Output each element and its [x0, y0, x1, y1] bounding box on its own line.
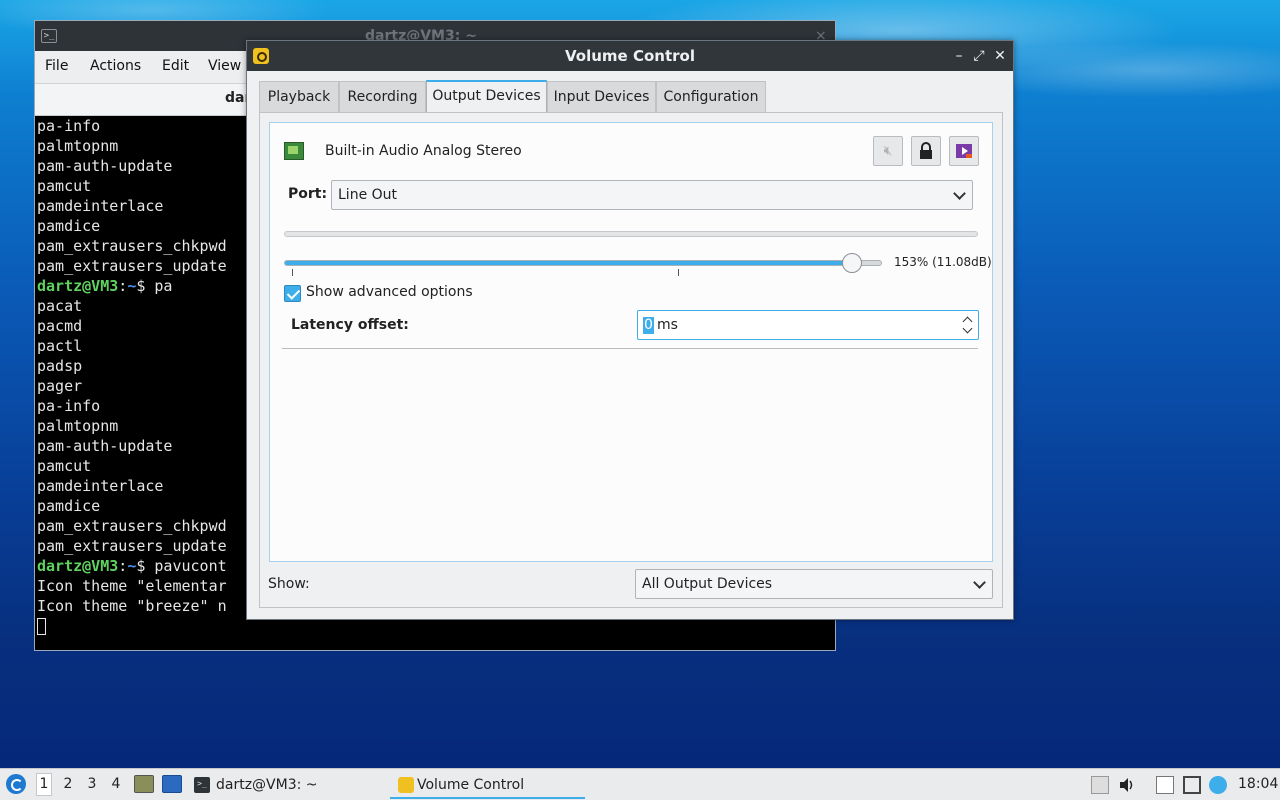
lock-channels-button[interactable]: [911, 136, 941, 166]
clipboard-icon[interactable]: [1156, 776, 1174, 794]
menu-file[interactable]: File: [45, 58, 68, 74]
workspace-3[interactable]: 3: [84, 776, 100, 792]
menu-edit[interactable]: Edit: [162, 58, 189, 74]
show-filter-dropdown[interactable]: All Output Devices: [635, 569, 993, 599]
spin-arrows[interactable]: [962, 314, 974, 336]
volume-slider-handle[interactable]: [842, 253, 862, 273]
peak-meter: [284, 231, 978, 237]
notification-icon[interactable]: [1209, 776, 1227, 794]
prompt-separator: :: [118, 277, 128, 295]
tab-output-devices[interactable]: Output Devices: [426, 80, 547, 112]
show-advanced-label[interactable]: Show advanced options: [306, 284, 473, 300]
task-volume-control[interactable]: Volume Control: [390, 771, 585, 799]
device-list: Built-in Audio Analog Stereo 🔇︎ Port: Li…: [269, 122, 993, 562]
show-advanced-checkbox[interactable]: [284, 285, 301, 302]
latency-offset-spinbox[interactable]: 0 ms: [637, 310, 979, 340]
prompt-command: pa: [145, 277, 173, 295]
port-dropdown[interactable]: Line Out: [331, 180, 973, 210]
latency-offset-label: Latency offset:: [291, 317, 409, 333]
terminal-cursor: [37, 618, 46, 635]
prompt-user: dartz@VM3: [37, 277, 119, 295]
start-menu-icon[interactable]: [6, 774, 26, 794]
minimize-button[interactable]: –: [949, 46, 969, 66]
workspace-1[interactable]: 1: [36, 773, 52, 796]
mute-button[interactable]: 🔇︎: [873, 136, 903, 166]
prompt-command: pavucont: [145, 557, 227, 575]
prompt-user: dartz@VM3: [37, 557, 119, 575]
menu-view[interactable]: View: [208, 58, 241, 74]
volume-control-window[interactable]: Volume Control – ⤢ ✕ Playback Recording …: [246, 40, 1014, 620]
device-name: Built-in Audio Analog Stereo: [325, 143, 522, 159]
terminal-icon: >_: [194, 777, 210, 793]
volume-control-icon: [398, 777, 414, 793]
tab-recording[interactable]: Recording: [339, 81, 426, 112]
terminal-icon: >_: [41, 29, 57, 43]
volume-slider-fill: [285, 261, 853, 265]
taskbar: 1 2 3 4 >_ dartz@VM3: ~ Volume Control 1…: [0, 768, 1280, 800]
tray-up-icon[interactable]: [1091, 776, 1109, 794]
task-label: Volume Control: [417, 777, 525, 793]
divider: [282, 348, 978, 349]
volume-value: 153% (11.08dB): [894, 255, 992, 269]
sound-card-icon: [284, 142, 304, 160]
set-default-button[interactable]: [949, 136, 979, 166]
show-desktop-icon[interactable]: [162, 775, 182, 793]
network-icon[interactable]: [1183, 776, 1201, 794]
chevron-down-icon[interactable]: [962, 323, 973, 334]
tab-input-devices[interactable]: Input Devices: [547, 81, 656, 112]
prompt-separator: :: [118, 557, 128, 575]
clock[interactable]: 18:04: [1238, 776, 1278, 792]
latency-offset-unit: ms: [657, 317, 678, 333]
lock-icon: [912, 137, 940, 165]
workspace-4[interactable]: 4: [108, 776, 124, 792]
window-title: Volume Control: [565, 47, 695, 65]
volume-control-titlebar[interactable]: Volume Control – ⤢ ✕: [247, 41, 1013, 71]
prompt-path: ~: [127, 277, 137, 295]
speaker-muted-icon: 🔇︎: [883, 143, 893, 159]
task-terminal[interactable]: >_ dartz@VM3: ~: [192, 771, 382, 799]
tab-playback[interactable]: Playback: [259, 81, 339, 112]
workspace-2[interactable]: 2: [60, 776, 76, 792]
chevron-down-icon: [973, 576, 986, 589]
show-label: Show:: [268, 576, 310, 592]
file-manager-icon[interactable]: [134, 775, 154, 793]
volume-tick-silence: [292, 269, 293, 276]
port-label: Port:: [288, 186, 328, 202]
menu-actions[interactable]: Actions: [90, 58, 141, 74]
default-device-icon: [950, 137, 978, 165]
volume-icon[interactable]: [1118, 776, 1136, 794]
latency-offset-value[interactable]: 0: [643, 317, 654, 334]
show-filter-value: All Output Devices: [642, 576, 773, 592]
tab-configuration[interactable]: Configuration: [656, 81, 766, 112]
close-button[interactable]: ✕: [990, 46, 1010, 66]
output-devices-panel: Built-in Audio Analog Stereo 🔇︎ Port: Li…: [259, 112, 1003, 608]
task-label: dartz@VM3: ~: [216, 777, 318, 793]
volume-slider[interactable]: [284, 260, 882, 266]
volume-tick-100: [678, 269, 679, 276]
chevron-down-icon: [953, 187, 966, 200]
maximize-button[interactable]: ⤢: [969, 46, 989, 66]
prompt-path: ~: [127, 557, 137, 575]
port-value: Line Out: [338, 187, 398, 203]
